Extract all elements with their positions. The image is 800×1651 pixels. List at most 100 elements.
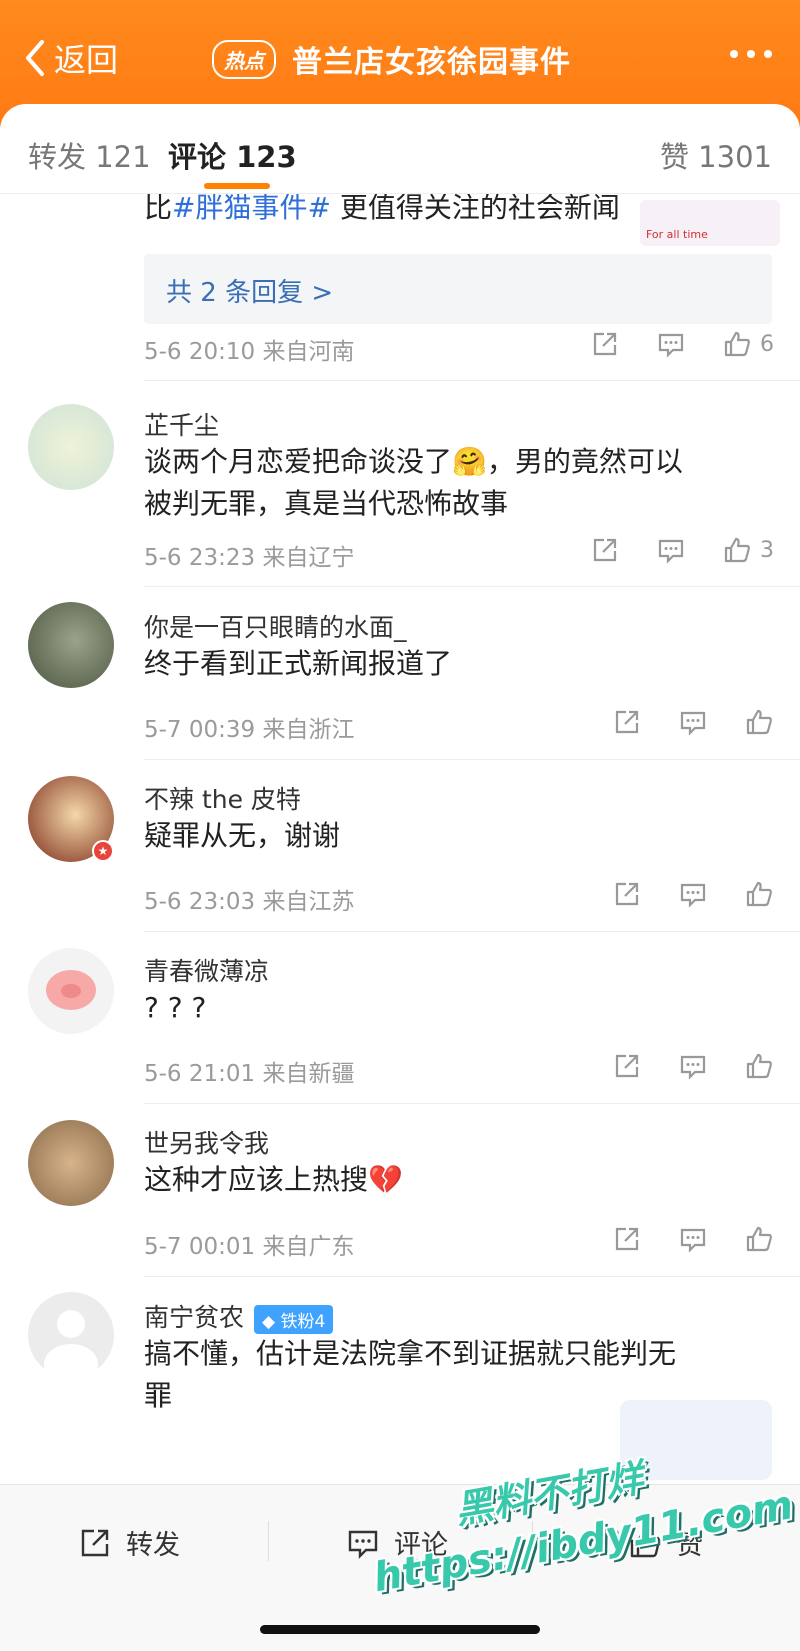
tab-like[interactable]: 赞 1301 [660,134,772,176]
comment-icon [658,539,684,564]
avatar[interactable] [28,1120,114,1206]
comment-icon [658,333,684,358]
comment-meta: 5-7 00:01 来自广东 [144,1234,355,1260]
comment-text: 这种才应该上热搜💔 [144,1163,403,1196]
separator [268,1521,269,1561]
comment-text: 疑罪从无，谢谢 [144,819,341,852]
share-icon [593,538,617,562]
avatar[interactable] [28,404,114,490]
like-button[interactable] [744,879,774,909]
username[interactable]: 南宁贫农 ◆ 铁粉4 [144,1298,334,1334]
replies-link[interactable]: 共 2 条回复 > [166,272,333,309]
back-label: 返回 [54,41,119,79]
verified-icon: ★ [92,840,114,862]
like-count: 6 [760,331,774,357]
thumbs-up-icon [746,709,772,735]
comment-text: 搞不懂，估计是法院拿不到证据就只能判无 [144,1337,677,1370]
tab-comment[interactable]: 评论 123 [168,134,297,176]
replies-box[interactable]: 共 2 条回复 > [144,254,772,324]
share-icon [615,882,639,906]
tab-active-indicator [204,183,270,189]
divider [144,1276,800,1277]
page-title: 普兰店女孩徐园事件 [292,45,571,80]
fan-badge: ◆ 铁粉4 [254,1304,334,1334]
reply-button[interactable] [678,1051,708,1081]
reply-button[interactable] [678,1224,708,1254]
comment-meta: 5-6 23:03 来自江苏 [144,889,355,915]
repost-button[interactable]: 转发 [78,1523,180,1562]
comment-actions: 3 [554,535,774,565]
comment-list[interactable]: 比#胖猫事件# 更值得关注的社会新闻 For all time 共 2 条回复 … [0,194,800,1484]
divider [144,931,800,932]
username[interactable]: 你是一百只眼睛的水面_ [144,608,407,644]
thumbs-up-icon [746,1226,772,1252]
share-button[interactable] [612,707,642,737]
reply-button[interactable] [656,329,686,359]
thumbs-up-icon [724,331,750,357]
comment-actions: 6 [554,329,774,359]
comment-meta: 5-6 20:10 来自河南 [144,339,355,365]
emoji: 🤗 [452,445,487,478]
share-icon [615,1227,639,1251]
comment-actions [576,879,774,909]
comment-icon [680,1055,706,1080]
username[interactable]: 青春微薄凉 [144,952,269,988]
like-button[interactable] [744,707,774,737]
thumbs-up-icon [746,881,772,907]
comment-actions [576,707,774,737]
share-icon [593,332,617,356]
username[interactable]: 不辣 the 皮特 [144,780,301,816]
comment-icon [680,1228,706,1253]
reply-button[interactable] [678,879,708,909]
topic-link[interactable]: #胖猫事件# [172,194,331,224]
like-button[interactable]: 3 [722,535,774,565]
share-icon [81,1529,109,1556]
share-icon [615,710,639,734]
comment-text: ? ? ? [144,991,207,1024]
comment-text: 比#胖猫事件# 更值得关注的社会新闻 [144,194,620,228]
like-button[interactable] [744,1051,774,1081]
comment-text: 终于看到正式新闻报道了 [144,647,453,680]
like-button[interactable]: 6 [722,329,774,359]
username[interactable]: 世另我令我 [144,1124,269,1160]
tab-repost[interactable]: 转发 121 [28,134,151,176]
back-button[interactable]: 返回 [22,34,118,82]
username[interactable]: 芷千尘 [144,406,219,442]
comment-actions [576,1224,774,1254]
comment-icon [680,711,706,736]
card-background [620,1400,772,1480]
comment-actions [576,1051,774,1081]
comment-icon [680,883,706,908]
avatar[interactable] [28,948,114,1034]
thumbs-up-icon [724,537,750,563]
divider [144,759,800,760]
comment-text-line2: 罪 [144,1379,173,1412]
reply-button[interactable] [678,707,708,737]
more-icon[interactable] [730,50,772,58]
share-button[interactable] [612,1224,642,1254]
home-indicator [260,1625,540,1634]
avatar[interactable] [28,602,114,688]
reply-button[interactable] [656,535,686,565]
thumbs-up-icon [746,1053,772,1079]
share-button[interactable] [612,879,642,909]
like-count: 3 [760,537,774,563]
title-wrap: 热点 普兰店女孩徐园事件 [212,38,571,80]
like-button[interactable] [744,1224,774,1254]
comment-text-line2: 被判无罪，真是当代恐怖故事 [144,487,509,520]
comment-meta: 5-6 21:01 来自新疆 [144,1061,355,1087]
tab-bar: 转发 121 评论 123 赞 1301 [0,104,800,194]
avatar[interactable] [28,1292,114,1378]
share-button[interactable] [612,1051,642,1081]
divider [144,1103,800,1104]
comment-text: 谈两个月恋爱把命谈没了🤗，男的竟然可以 [144,445,683,478]
share-icon [615,1054,639,1078]
chevron-left-icon [26,40,44,76]
sticker-image: For all time [640,200,780,246]
divider [144,380,800,381]
share-button[interactable] [590,535,620,565]
share-button[interactable] [590,329,620,359]
hot-badge: 热点 [212,39,276,79]
repost-label: 转发 [126,1530,180,1561]
comment-meta: 5-6 23:23 来自辽宁 [144,545,355,571]
